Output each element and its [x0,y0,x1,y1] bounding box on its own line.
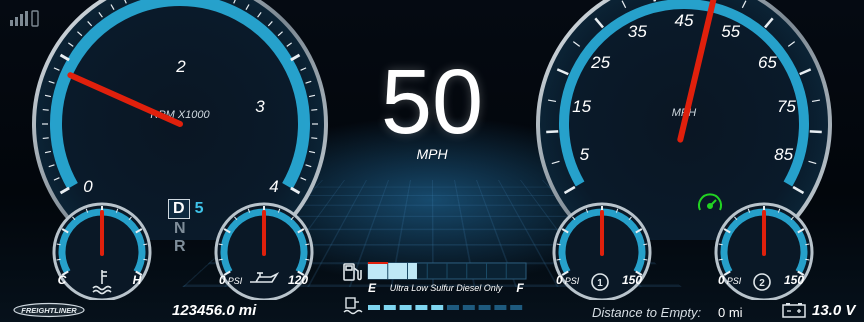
air2-min-label: 0 PSI [718,273,742,287]
air1-max-label: 150 [622,273,642,287]
coolant-gauge: C H [52,202,152,300]
small-gauge-tick [805,258,810,261]
tach-tick-0: 0 [83,177,93,196]
fuel-def-panel: E Ultra Low Sulfur Diesel Only F [343,262,527,315]
coolant-min-label: C [58,273,67,287]
def-segment [368,305,380,310]
tach-tick-2: 2 [175,57,186,76]
def-level-segments [368,305,523,310]
air-pressure-1-gauge: 0 PSI 150 1 [552,202,652,300]
gear-r: R [174,238,186,255]
air1-min-label: 0 PSI [556,273,580,287]
air2-badge: 2 [759,278,765,289]
oil-min-label: 0 PSI [219,273,243,287]
speed-tick-mark [546,130,559,134]
speed-tick-label: 15 [572,97,591,116]
tach-tick-mark [42,108,49,111]
fuel-pump-icon [343,263,362,281]
gear-d: D [168,199,190,219]
def-segment [447,305,459,310]
speed-readout: 50 [380,51,484,153]
tach-tick-mark [311,137,318,140]
battery-icon [782,303,806,318]
tach-tick-4: 4 [269,177,278,196]
def-fluid-icon [343,297,363,315]
speed-tick-label: 25 [590,53,610,72]
air-pressure-2-gauge: 0 PSI 150 2 [714,202,814,300]
small-gauge-tick [556,258,561,261]
distance-to-empty-value: 0 mi [718,305,743,320]
coolant-max-label: H [133,273,142,287]
tach-tick-3: 3 [255,97,265,116]
small-gauge-tick [305,243,310,246]
small-gauge-tick [143,258,148,261]
speed-tick-label: 85 [774,145,793,164]
logo-text: FREIGHTLINER [21,306,77,315]
small-gauge-tick [556,243,561,246]
speed-unit: MPH [416,146,448,162]
fuel-bar-fill [368,263,417,279]
small-gauge-tick [305,258,310,261]
gear-n: N [174,220,186,237]
small-gauge-tick [143,243,148,246]
oil-max-label: 120 [288,273,308,287]
small-gauge-tick [718,243,723,246]
oil-pressure-gauge: 0 PSI 120 [214,202,314,300]
def-segment [399,305,412,310]
small-gauge-tick [56,243,61,246]
def-segment [462,305,475,310]
air1-badge: 1 [597,278,603,289]
small-gauge-tick [805,243,810,246]
def-segment [431,305,444,310]
fuel-full-label: F [516,281,524,295]
distance-to-empty-label: Distance to Empty: [592,305,702,320]
speed-tick-label: 5 [580,145,590,164]
fuel-empty-label: E [368,281,377,295]
speed-tick-label: 65 [758,53,777,72]
small-gauge-tick [218,258,223,261]
def-segment [494,305,507,310]
def-segment [383,305,396,310]
dashboard: 0 2 3 4 RPM X1000 51525354555657585 MPH … [0,0,864,322]
odometer: 123456.0 mi [172,302,257,319]
speed-tick-label: 45 [675,11,694,30]
tach-tick-mark [42,137,49,140]
small-gauge-tick [718,258,723,261]
small-gauge-tick [218,243,223,246]
fuel-note: Ultra Low Sulfur Diesel Only [390,283,503,293]
tach-tick-mark [311,108,318,111]
def-segment [478,305,491,310]
small-gauge-tick [643,243,648,246]
def-segment [510,305,523,310]
speed-tick-label: 35 [628,22,647,41]
small-gauge-tick [56,258,61,261]
freightliner-logo: FREIGHTLINER [13,302,85,318]
speed-tick-label: 55 [721,22,740,41]
gear-selector: D 5 N R [168,199,203,256]
speed-tick-label: 75 [777,97,796,116]
air2-max-label: 150 [784,273,804,287]
speed-tick-mark [809,130,822,134]
small-gauge-tick [643,258,648,261]
def-segment [415,305,428,310]
battery-voltage: 13.0 V [812,302,856,319]
